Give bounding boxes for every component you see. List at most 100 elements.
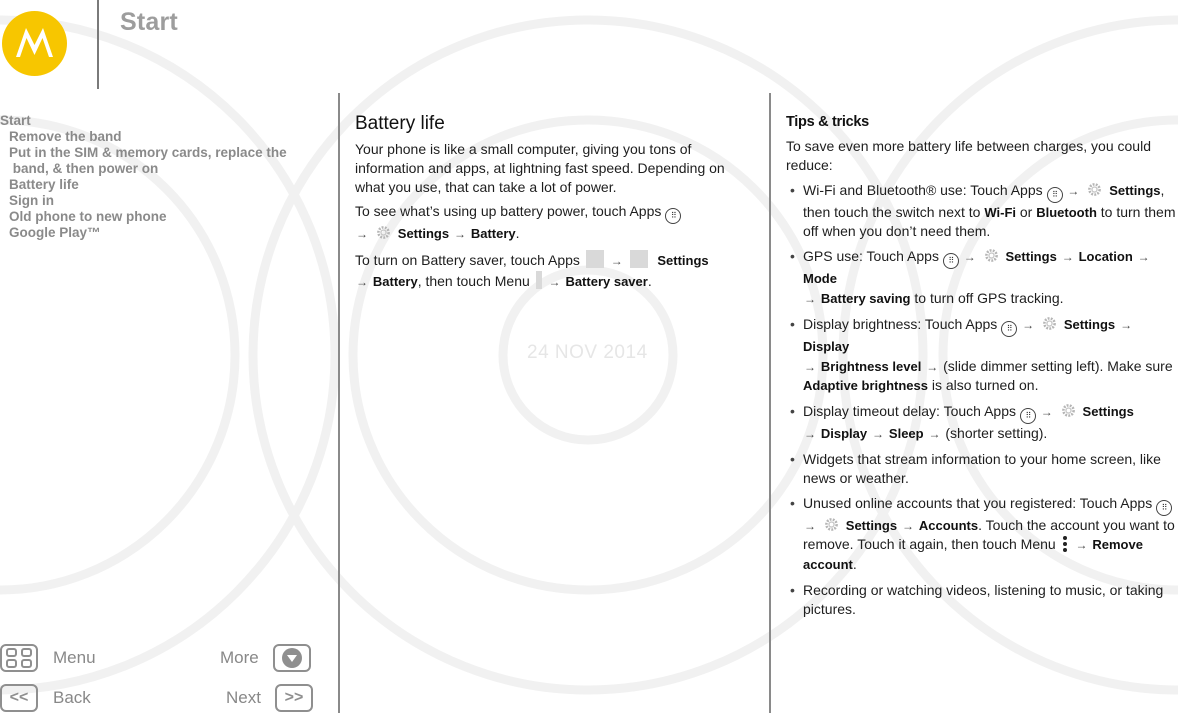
text: to turn off GPS tracking. xyxy=(910,289,1064,306)
text: Unused online accounts that you register… xyxy=(803,494,1153,511)
apps-icon: ⠿ xyxy=(942,253,959,270)
arrow-icon: → xyxy=(804,427,816,442)
toc-item-battery-life[interactable]: Battery life xyxy=(0,177,320,193)
toc-item-google-play[interactable]: Google Play™ xyxy=(0,225,320,241)
table-of-contents: Start Remove the band Put in the SIM & m… xyxy=(0,113,320,241)
tip-wifi-bluetooth: Wi-Fi and Bluetooth® use: Touch Apps ⠿ →… xyxy=(786,181,1178,242)
back-label: Back xyxy=(53,688,91,707)
toc-item-sim-memory[interactable]: Put in the SIM & memory cards, replace t… xyxy=(0,145,320,177)
tip-widgets: Widgets that stream information to your … xyxy=(786,450,1178,488)
arrow-icon: → xyxy=(804,291,816,306)
tips-intro: To save even more battery life between c… xyxy=(786,138,1151,173)
double-chevron-right-icon: >> xyxy=(274,684,313,712)
battery-label: Battery xyxy=(372,273,418,289)
settings-gear-icon xyxy=(1088,182,1102,196)
display-label: Display xyxy=(820,426,868,442)
apps-icon: ⠿ xyxy=(1001,320,1018,337)
apps-icon: ⠿ xyxy=(1046,186,1063,203)
battery-label: Battery xyxy=(470,226,516,242)
text: (shorter setting). xyxy=(941,425,1048,442)
tip-gps: GPS use: Touch Apps ⠿ → Settings → Locat… xyxy=(786,247,1178,309)
settings-label: Settings xyxy=(397,226,450,242)
sleep-label: Sleep xyxy=(888,426,924,442)
text: To see what’s using up battery power, to… xyxy=(355,203,662,220)
settings-label: Settings xyxy=(1005,249,1057,265)
tips-list: Wi-Fi and Bluetooth® use: Touch Apps ⠿ →… xyxy=(786,181,1178,619)
arrow-icon: → xyxy=(901,518,914,533)
tip-display-brightness: Display brightness: Touch Apps ⠿ → Setti… xyxy=(786,315,1178,396)
tips-section: Tips & tricks To save even more battery … xyxy=(786,108,1178,625)
bluetooth-label: Bluetooth xyxy=(1036,204,1097,220)
text: is also turned on. xyxy=(927,377,1039,394)
text: , then touch Menu xyxy=(417,272,530,289)
toc-item-start[interactable]: Start xyxy=(0,113,320,129)
menu-icon-placeholder xyxy=(535,270,542,289)
text: Wi-Fi and Bluetooth® use: Touch Apps xyxy=(803,181,1043,198)
toc-item-sign-in[interactable]: Sign in xyxy=(0,193,320,209)
settings-gear-icon xyxy=(1043,316,1056,330)
location-label: Location xyxy=(1078,249,1133,265)
text: . xyxy=(647,272,652,289)
tips-title: Tips & tricks xyxy=(786,114,869,130)
arrow-icon: → xyxy=(804,518,816,533)
overflow-menu-icon xyxy=(1062,535,1068,553)
text: . xyxy=(515,225,520,242)
battery-saving-label: Battery saving xyxy=(820,290,911,306)
apps-icon: ⠿ xyxy=(1019,408,1036,425)
menu-button[interactable]: Menu xyxy=(0,644,96,672)
text: (slide dimmer setting left). Make sure xyxy=(939,357,1173,374)
settings-label: Settings xyxy=(1063,316,1116,332)
arrow-icon: → xyxy=(1061,250,1074,265)
arrow-icon: → xyxy=(610,254,623,269)
accounts-label: Accounts xyxy=(918,517,979,533)
arrow-icon: → xyxy=(963,250,976,265)
battery-saver-label: Battery saver xyxy=(565,273,648,289)
settings-label: Settings xyxy=(657,253,709,269)
apps-icon: ⠿ xyxy=(1156,499,1173,516)
settings-gear-icon xyxy=(1061,404,1075,418)
column-divider xyxy=(338,93,340,713)
arrow-icon: → xyxy=(356,274,368,289)
chevron-down-circle-icon xyxy=(272,644,311,672)
text: Display timeout delay: Touch Apps xyxy=(803,403,1016,420)
section-title: Battery life xyxy=(355,113,445,134)
settings-icon-placeholder xyxy=(629,250,648,269)
tip-display-timeout: Display timeout delay: Touch Apps ⠿ → Se… xyxy=(786,402,1178,444)
toc-item-remove-band[interactable]: Remove the band xyxy=(0,129,320,145)
apps-icon-placeholder xyxy=(585,250,604,269)
double-chevron-left-icon: << xyxy=(0,684,38,712)
apps-icon: ⠿ xyxy=(665,208,682,225)
battery-usage-paragraph: To see what’s using up battery power, to… xyxy=(355,202,755,244)
arrow-icon: → xyxy=(453,227,466,242)
watermark-date: 24 NOV 2014 xyxy=(527,342,648,363)
battery-life-section: Battery life Your phone is like a small … xyxy=(355,108,755,298)
text: Display brightness: Touch Apps xyxy=(803,315,998,332)
settings-gear-icon xyxy=(825,517,838,531)
more-button[interactable]: More xyxy=(220,644,311,672)
settings-label: Settings xyxy=(1109,182,1161,198)
arrow-icon: → xyxy=(356,227,368,242)
arrow-icon: → xyxy=(928,427,941,442)
battery-saver-paragraph: To turn on Battery saver, touch Apps → S… xyxy=(355,250,755,292)
motorola-logo-icon xyxy=(2,11,67,76)
text: or xyxy=(1016,203,1037,220)
arrow-icon: → xyxy=(548,274,561,289)
text: To turn on Battery saver, touch Apps xyxy=(355,252,580,269)
arrow-icon: → xyxy=(1067,183,1080,198)
toc-item-old-phone[interactable]: Old phone to new phone xyxy=(0,209,320,225)
brightness-level-label: Brightness level xyxy=(820,358,922,374)
intro-paragraph: Your phone is like a small computer, giv… xyxy=(355,141,725,195)
arrow-icon: → xyxy=(1137,250,1150,265)
footer-navigation: Menu << Back More Next >> xyxy=(0,640,320,713)
arrow-icon: → xyxy=(1075,538,1088,553)
back-button[interactable]: << Back xyxy=(0,684,91,712)
arrow-icon: → xyxy=(1120,317,1133,332)
arrow-icon: → xyxy=(804,359,816,374)
settings-gear-icon xyxy=(984,249,998,263)
settings-label: Settings xyxy=(1082,404,1134,420)
menu-grid-icon xyxy=(0,644,38,672)
arrow-icon: → xyxy=(872,427,885,442)
settings-label: Settings xyxy=(845,517,898,533)
tip-media: Recording or watching videos, listening … xyxy=(786,581,1178,619)
next-button[interactable]: Next >> xyxy=(226,684,313,712)
